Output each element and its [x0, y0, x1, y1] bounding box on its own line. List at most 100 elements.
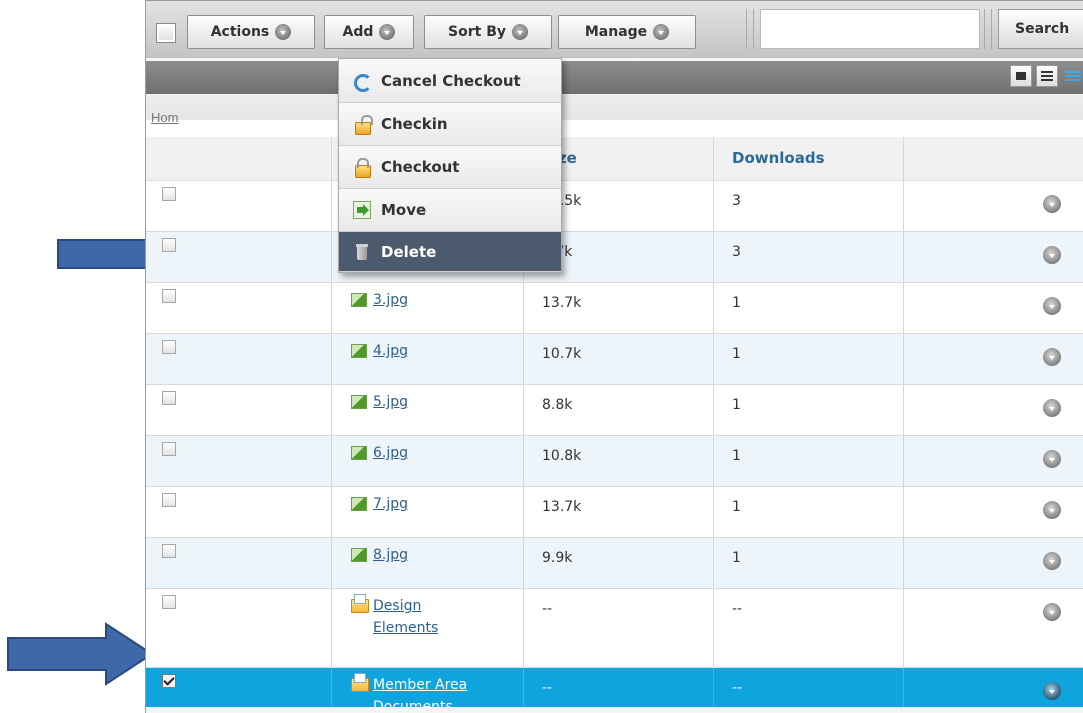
row-checkbox[interactable]	[162, 493, 176, 507]
download-count: --	[732, 680, 743, 696]
download-count: --	[732, 601, 743, 617]
table-row[interactable]: 3.jpg 13.7k 1	[146, 283, 1083, 334]
column-divider	[331, 181, 332, 231]
chevron-down-icon	[511, 24, 528, 40]
column-divider	[903, 589, 904, 667]
menu-item-cancel-checkout[interactable]: Cancel Checkout	[339, 59, 561, 103]
chevron-down-icon	[379, 24, 396, 40]
file-link[interactable]: 4.jpg	[373, 340, 408, 362]
download-count: 1	[732, 448, 741, 464]
row-menu-chevron-icon[interactable]	[1043, 552, 1061, 570]
column-divider	[903, 385, 904, 435]
row-checkbox[interactable]	[162, 391, 176, 405]
column-divider	[523, 589, 524, 667]
row-checkbox[interactable]	[162, 544, 176, 558]
view-mode-switcher	[1010, 65, 1083, 87]
chevron-down-icon	[275, 24, 292, 40]
row-checkbox[interactable]	[162, 442, 176, 456]
table-row[interactable]: 4.jpg 10.7k 1	[146, 334, 1083, 385]
add-button[interactable]: Add	[324, 15, 414, 49]
file-manager-panel: Actions Add Sort By Manage Search Hom Do…	[145, 0, 1083, 713]
sort-by-button-label: Sort By	[448, 24, 506, 40]
menu-item-move[interactable]: Move	[339, 189, 561, 232]
row-menu-chevron-icon[interactable]	[1043, 246, 1061, 264]
manage-button[interactable]: Manage	[558, 15, 696, 49]
row-menu-chevron-icon[interactable]	[1043, 603, 1061, 621]
column-divider	[331, 538, 332, 588]
column-divider	[903, 181, 904, 231]
download-count: 1	[732, 295, 741, 311]
file-size: 8.8k	[542, 397, 573, 413]
file-link[interactable]: 3.jpg	[373, 289, 408, 311]
column-divider	[903, 334, 904, 384]
file-link[interactable]: 7.jpg	[373, 493, 408, 515]
file-link[interactable]: 8.jpg	[373, 544, 408, 566]
row-menu-chevron-icon[interactable]	[1043, 297, 1061, 315]
row-checkbox[interactable]	[162, 674, 176, 688]
table-row[interactable]: 5.jpg 8.8k 1	[146, 385, 1083, 436]
chevron-down-icon	[653, 24, 670, 40]
table-row[interactable]: 2.jpg8.7k3	[146, 232, 1083, 283]
table-row[interactable]: 8.jpg 9.9k 1	[146, 538, 1083, 589]
row-checkbox[interactable]	[162, 595, 176, 609]
column-divider	[331, 385, 332, 435]
table-row[interactable]: 1.jpg11.5k3	[146, 181, 1083, 232]
file-size: 9.9k	[542, 550, 573, 566]
view-bar	[146, 61, 1083, 94]
row-checkbox[interactable]	[162, 238, 176, 252]
column-divider	[713, 334, 714, 384]
lock-icon	[353, 158, 371, 178]
row-menu-chevron-icon[interactable]	[1043, 348, 1061, 366]
column-divider	[713, 181, 714, 231]
row-menu-chevron-icon[interactable]	[1043, 450, 1061, 468]
list-view-icon[interactable]	[1062, 65, 1083, 87]
file-link[interactable]: 6.jpg	[373, 442, 408, 464]
folder-link[interactable]: Design Elements	[373, 595, 438, 639]
row-checkbox[interactable]	[162, 187, 176, 201]
file-name-cell: Design Elements	[351, 594, 438, 639]
column-divider	[331, 137, 332, 181]
row-checkbox[interactable]	[162, 340, 176, 354]
search-button[interactable]: Search	[998, 9, 1083, 49]
folder-icon	[351, 594, 369, 613]
actions-button-label: Actions	[210, 24, 270, 40]
row-menu-chevron-icon[interactable]	[1043, 501, 1061, 519]
column-divider	[903, 436, 904, 486]
detail-view-icon[interactable]	[1036, 65, 1058, 87]
column-divider	[903, 232, 904, 282]
menu-item-delete[interactable]: Delete	[339, 232, 561, 272]
file-name-cell: 4.jpg	[351, 340, 408, 362]
menu-item-checkin[interactable]: Checkin	[339, 103, 561, 146]
trash-icon	[353, 243, 371, 261]
download-count: 3	[732, 193, 741, 209]
thumbnail-view-icon[interactable]	[1010, 65, 1032, 87]
toolbar: Actions Add Sort By Manage Search	[146, 1, 1083, 120]
actions-button[interactable]: Actions	[187, 15, 315, 49]
cancel-checkout-icon	[353, 72, 372, 92]
menu-item-label: Checkin	[381, 115, 448, 133]
table-row[interactable]: 6.jpg 10.8k 1	[146, 436, 1083, 487]
column-divider	[331, 232, 332, 282]
row-menu-chevron-icon[interactable]	[1043, 682, 1061, 700]
file-link[interactable]: 5.jpg	[373, 391, 408, 413]
breadcrumb-home-link[interactable]: Hom	[151, 110, 178, 125]
add-button-label: Add	[342, 24, 374, 40]
row-menu-chevron-icon[interactable]	[1043, 195, 1061, 213]
row-menu-chevron-icon[interactable]	[1043, 399, 1061, 417]
column-divider	[523, 283, 524, 333]
sort-by-button[interactable]: Sort By	[424, 15, 552, 49]
table-row[interactable]: Design Elements -- --	[146, 589, 1083, 668]
row-checkbox[interactable]	[162, 289, 176, 303]
downloads-column-header[interactable]: Downloads	[732, 149, 825, 167]
folder-name-line1: Member Area	[373, 677, 468, 693]
column-divider	[713, 232, 714, 282]
select-all-checkbox[interactable]	[156, 23, 176, 43]
table-row[interactable]: 7.jpg 13.7k 1	[146, 487, 1083, 538]
folder-name-line2: Elements	[373, 620, 439, 636]
image-file-icon	[351, 293, 367, 307]
menu-item-checkout[interactable]: Checkout	[339, 146, 561, 189]
column-divider	[331, 487, 332, 537]
file-size: 10.7k	[542, 346, 582, 362]
search-input[interactable]	[760, 9, 980, 49]
column-divider	[331, 283, 332, 333]
